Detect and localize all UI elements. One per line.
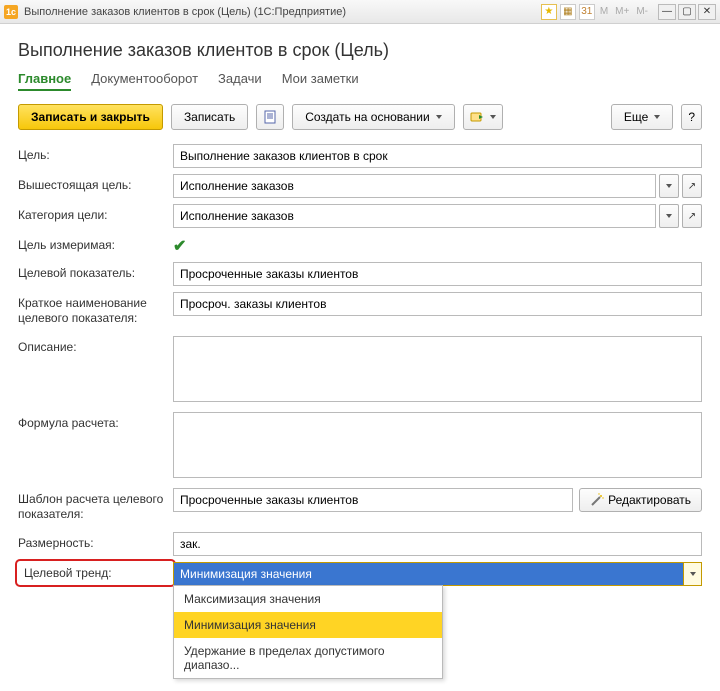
indicator-label: Целевой показатель:: [18, 262, 173, 280]
tab-docflow[interactable]: Документооборот: [91, 71, 198, 91]
title-toolbar: ★ ▦ 31 M M+ M-: [541, 4, 650, 20]
page-title: Выполнение заказов клиентов в срок (Цель…: [18, 40, 702, 61]
chevron-down-icon: [666, 184, 672, 188]
template-label: Шаблон расчета целевого показателя:: [18, 488, 173, 522]
attach-button[interactable]: [463, 104, 503, 130]
window-title: Выполнение заказов клиентов в срок (Цель…: [24, 6, 541, 18]
app-icon: 1c: [4, 5, 18, 19]
description-label: Описание:: [18, 336, 173, 354]
goal-input[interactable]: [173, 144, 702, 168]
document-icon: [263, 110, 277, 124]
toolbar: Записать и закрыть Записать Создать на о…: [18, 104, 702, 130]
calendar-icon[interactable]: 31: [579, 4, 595, 20]
trend-option-range[interactable]: Удержание в пределах допустимого диапазо…: [174, 638, 442, 678]
memory-m[interactable]: M: [598, 6, 610, 17]
tab-main[interactable]: Главное: [18, 71, 71, 91]
tab-tasks[interactable]: Задачи: [218, 71, 262, 91]
measurable-label: Цель измеримая:: [18, 234, 173, 252]
parent-goal-dropdown[interactable]: [659, 174, 679, 198]
help-button[interactable]: ?: [681, 104, 702, 130]
tab-notes[interactable]: Мои заметки: [282, 71, 359, 91]
chevron-down-icon: [666, 214, 672, 218]
formula-label: Формула расчета:: [18, 412, 173, 430]
trend-dropdown-list: Максимизация значения Минимизация значен…: [173, 585, 443, 679]
short-name-input[interactable]: [173, 292, 702, 316]
tabs: Главное Документооборот Задачи Мои замет…: [18, 71, 702, 92]
create-based-button[interactable]: Создать на основании: [292, 104, 455, 130]
chevron-down-icon: [490, 115, 496, 119]
folder-arrow-icon: [470, 110, 484, 124]
minimize-button[interactable]: —: [658, 4, 676, 20]
category-label: Категория цели:: [18, 204, 173, 222]
template-input[interactable]: [173, 488, 573, 512]
report-button[interactable]: [256, 104, 284, 130]
chevron-down-icon: [690, 572, 696, 576]
form: Цель: Вышестоящая цель: ↗ Категория цели…: [18, 144, 702, 586]
dimension-label: Размерность:: [18, 532, 173, 550]
category-dropdown[interactable]: [659, 204, 679, 228]
goal-label: Цель:: [18, 144, 173, 162]
trend-option-max[interactable]: Максимизация значения: [174, 586, 442, 612]
magic-wand-icon: [590, 493, 604, 507]
dimension-input[interactable]: [173, 532, 702, 556]
close-button[interactable]: ✕: [698, 4, 716, 20]
save-button[interactable]: Записать: [171, 104, 248, 130]
more-button[interactable]: Еще: [611, 104, 673, 130]
save-and-close-button[interactable]: Записать и закрыть: [18, 104, 163, 130]
description-textarea[interactable]: [173, 336, 702, 402]
category-input[interactable]: [173, 204, 656, 228]
template-edit-button[interactable]: Редактировать: [579, 488, 702, 512]
trend-select[interactable]: Минимизация значения Максимизация значен…: [173, 562, 702, 586]
indicator-input[interactable]: [173, 262, 702, 286]
parent-goal-open[interactable]: ↗: [682, 174, 702, 198]
chevron-down-icon: [436, 115, 442, 119]
memory-m-plus[interactable]: M+: [613, 6, 631, 17]
measurable-checkbox[interactable]: ✔: [173, 236, 186, 256]
parent-goal-label: Вышестоящая цель:: [18, 174, 173, 192]
category-open[interactable]: ↗: [682, 204, 702, 228]
short-name-label: Краткое наименование целевого показателя…: [18, 292, 173, 326]
parent-goal-input[interactable]: [173, 174, 656, 198]
favorite-icon[interactable]: ★: [541, 4, 557, 20]
memory-m-minus[interactable]: M-: [634, 6, 650, 17]
calculator-icon[interactable]: ▦: [560, 4, 576, 20]
trend-dropdown-toggle[interactable]: [683, 563, 701, 585]
trend-label: Целевой тренд:: [18, 562, 173, 584]
formula-textarea[interactable]: [173, 412, 702, 478]
trend-option-min[interactable]: Минимизация значения: [174, 612, 442, 638]
trend-selected-value: Минимизация значения: [174, 563, 683, 585]
chevron-down-icon: [654, 115, 660, 119]
window-title-bar: 1c Выполнение заказов клиентов в срок (Ц…: [0, 0, 720, 24]
window-controls: — ▢ ✕: [658, 4, 716, 20]
maximize-button[interactable]: ▢: [678, 4, 696, 20]
